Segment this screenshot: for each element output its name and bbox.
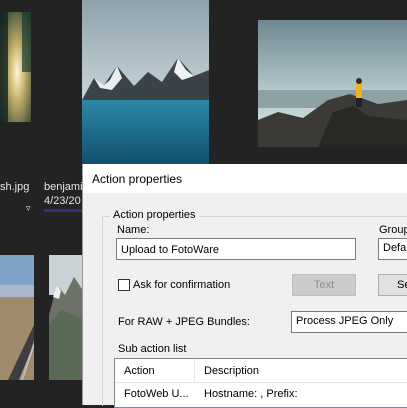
text-button[interactable]: Text <box>292 274 356 296</box>
column-header-action[interactable]: Action <box>115 359 195 383</box>
ask-confirmation-label[interactable]: Ask for confirmation <box>133 279 230 291</box>
chevron-down-icon[interactable]: ▿ <box>26 203 31 214</box>
sub-action-list[interactable]: Action Description FotoWeb U... Hostname… <box>114 358 407 408</box>
file-date-fragment: 4/23/20 <box>44 195 81 207</box>
thumbnail-snowy-mountain-lake[interactable] <box>82 0 209 165</box>
name-field[interactable]: Upload to FotoWare <box>116 238 356 260</box>
file-name-fragment: sh.jpg <box>0 181 30 193</box>
sub-action-list-label: Sub action list <box>118 343 187 355</box>
dialog-title: Action properties <box>92 172 183 186</box>
name-label: Name: <box>117 224 150 236</box>
thumbnail-desert-road[interactable] <box>0 255 34 380</box>
column-header-description[interactable]: Description <box>195 359 407 383</box>
thumbnail-mountain-valley[interactable] <box>49 255 82 380</box>
dialog-title-bar[interactable]: Action properties <box>83 164 407 193</box>
group-select[interactable]: Defa <box>378 238 407 260</box>
ask-confirmation-checkbox[interactable] <box>118 279 130 291</box>
thumbnail-sunlit-forest[interactable] <box>0 12 31 122</box>
table-row-action[interactable]: FotoWeb U... <box>115 383 195 405</box>
raw-jpeg-select[interactable]: Process JPEG Only <box>291 311 407 333</box>
thumbnail-hiker-on-coastal-cliff[interactable] <box>258 20 407 147</box>
raw-jpeg-label: For RAW + JPEG Bundles: <box>118 316 250 328</box>
file-name-fragment-2: benjami <box>44 181 83 193</box>
table-row-description[interactable]: Hostname: , Prefix: <box>195 383 407 405</box>
se-button[interactable]: Se <box>378 274 407 296</box>
selection-indicator <box>44 209 82 212</box>
group-label: Action properties <box>110 209 199 221</box>
group-field-label: Group <box>379 224 407 236</box>
